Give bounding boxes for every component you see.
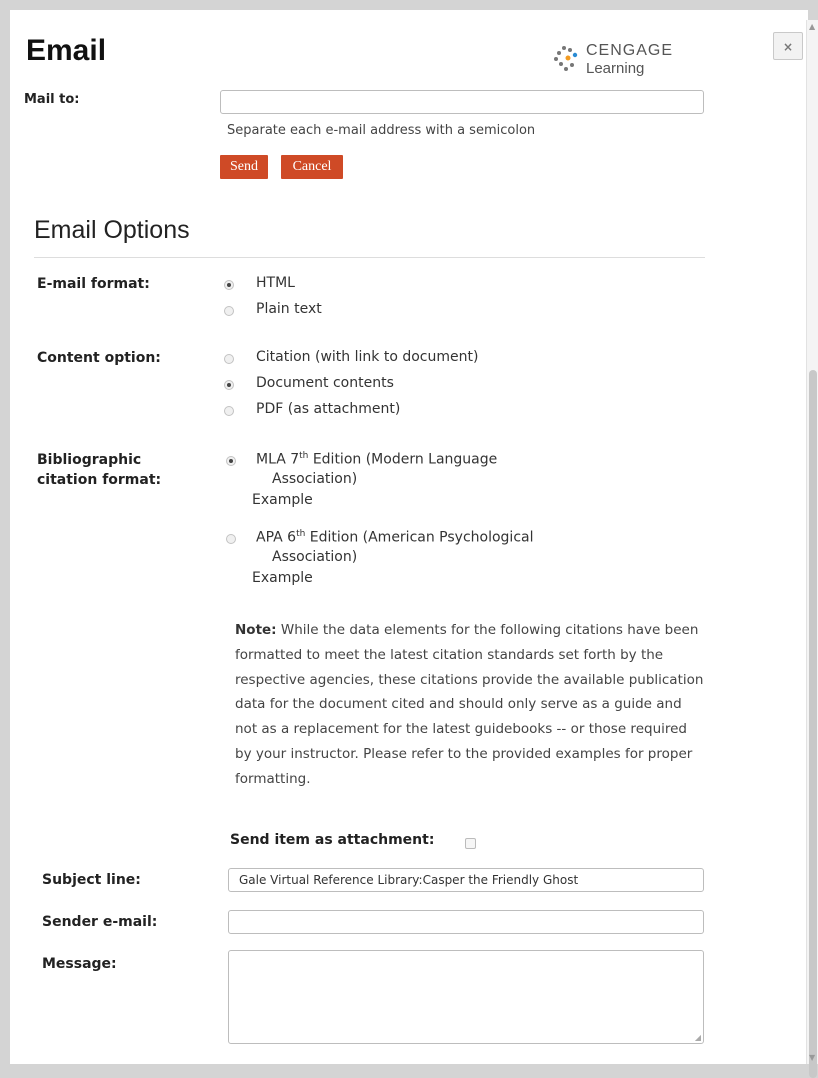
citation-note: Note: While the data elements for the fo… [235, 618, 705, 792]
radio-pdf[interactable] [224, 406, 234, 416]
option-html-label: HTML [256, 275, 295, 291]
scrollbar-thumb[interactable] [809, 370, 817, 1078]
citation-format-label-line1: Bibliographic [37, 452, 142, 468]
subject-label: Subject line: [42, 872, 141, 888]
option-document-contents-label: Document contents [256, 375, 394, 391]
attachment-label: Send item as attachment: [230, 832, 435, 848]
attachment-checkbox[interactable] [465, 838, 476, 849]
mail-to-input[interactable] [220, 90, 704, 114]
cancel-button[interactable]: Cancel [281, 155, 343, 179]
apa-example-link[interactable]: Example [252, 570, 313, 586]
mail-to-hint: Separate each e-mail address with a semi… [227, 123, 536, 138]
message-label: Message: [42, 956, 117, 972]
message-textarea[interactable]: ◢ [228, 950, 704, 1044]
resize-grip-icon[interactable]: ◢ [695, 1033, 701, 1042]
option-apa-label: APA 6th Edition (American Psychological [256, 529, 534, 546]
note-text: While the data elements for the followin… [235, 622, 704, 787]
scroll-up-icon[interactable]: ▲ [809, 22, 815, 31]
radio-html[interactable] [224, 280, 234, 290]
radio-mla[interactable] [226, 456, 236, 466]
logo-text-learning: Learning [586, 60, 645, 77]
email-options-heading: Email Options [34, 216, 190, 244]
option-mla-label-line2: Association) [272, 471, 358, 487]
section-divider [34, 257, 705, 258]
option-citation-label: Citation (with link to document) [256, 349, 479, 365]
radio-citation[interactable] [224, 354, 234, 364]
sender-email-label: Sender e-mail: [42, 914, 158, 930]
option-pdf-label: PDF (as attachment) [256, 401, 401, 417]
email-dialog: Email CENGAGE Learning Mail to: Separate… [10, 10, 808, 1064]
radio-apa[interactable] [226, 534, 236, 544]
dialog-title: Email [26, 34, 107, 67]
radio-document-contents[interactable] [224, 380, 234, 390]
logo-text-cengage: CENGAGE [586, 42, 674, 59]
cengage-logo-icon [554, 46, 578, 71]
citation-format-label-line2: citation format: [37, 472, 162, 488]
content-option-label: Content option: [37, 350, 161, 366]
cengage-logo: CENGAGE Learning [550, 40, 690, 86]
option-plain-text-label: Plain text [256, 301, 322, 317]
close-button[interactable]: × [773, 32, 803, 60]
note-label: Note: [235, 622, 277, 638]
scrollbar[interactable]: ▲ ▼ [806, 20, 818, 1078]
radio-plain-text[interactable] [224, 306, 234, 316]
mla-example-link[interactable]: Example [252, 492, 313, 508]
mail-to-label: Mail to: [24, 92, 80, 107]
subject-input[interactable]: Gale Virtual Reference Library:Casper th… [228, 868, 704, 892]
option-apa-label-line2: Association) [272, 549, 358, 565]
email-format-label: E-mail format: [37, 276, 150, 292]
send-button[interactable]: Send [220, 155, 268, 179]
option-mla-label: MLA 7th Edition (Modern Language [256, 451, 498, 468]
sender-email-input[interactable] [228, 910, 704, 934]
scroll-down-icon[interactable]: ▼ [809, 1053, 815, 1062]
